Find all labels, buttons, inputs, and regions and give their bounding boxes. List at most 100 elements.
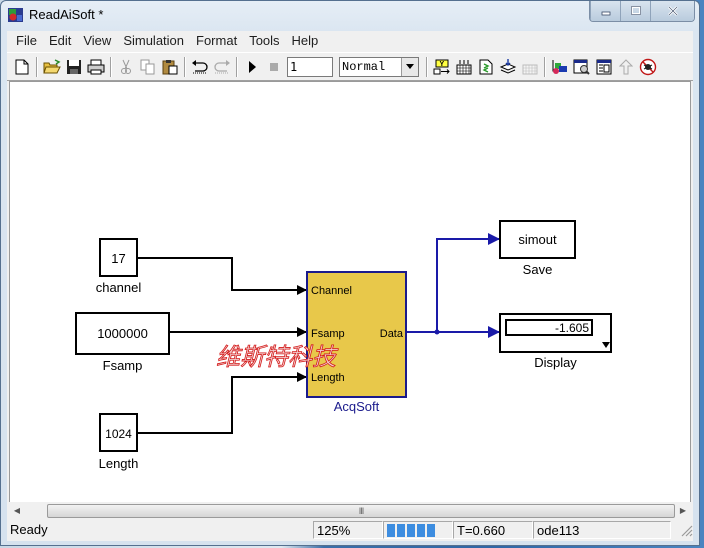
redo-button[interactable] [211, 56, 233, 78]
undo-icon [192, 59, 208, 73]
port-data-label: Data [380, 328, 404, 340]
build-model-button[interactable]: Y [431, 56, 453, 78]
start-simulation-button[interactable] [241, 56, 263, 78]
undo-button[interactable] [189, 56, 211, 78]
menu-format[interactable]: Format [190, 31, 243, 51]
redo-icon [214, 59, 230, 73]
channel-constant-block[interactable]: 17 channel [96, 238, 142, 295]
fsamp-label: Fsamp [103, 358, 143, 373]
scroll-thumb[interactable]: III [47, 504, 675, 518]
channel-label: channel [96, 280, 142, 295]
status-bar: Ready 125% T=0.660 ode113 [7, 519, 693, 541]
channel-value: 17 [111, 251, 125, 266]
debugger-icon [596, 59, 612, 74]
menu-view[interactable]: View [77, 31, 117, 51]
library-browser-icon [552, 59, 567, 74]
signal-length-line[interactable] [138, 372, 307, 434]
close-icon [667, 6, 678, 16]
model-window: ReadAiSoft * File Edit View Simulation F… [0, 0, 700, 546]
model-explorer-button[interactable] [571, 56, 593, 78]
refresh-doc-icon [479, 59, 493, 74]
build-subsystem-button[interactable] [453, 56, 475, 78]
acqsoft-subsystem-block[interactable]: Channel Fsamp Length Data AcqSoft [306, 271, 407, 414]
display-block[interactable]: -1.605 Display [499, 313, 612, 370]
new-file-icon [15, 59, 29, 74]
open-button[interactable] [41, 56, 63, 78]
incremental-build-button[interactable] [519, 56, 541, 78]
library-browser-button[interactable] [549, 56, 571, 78]
debugger-button[interactable] [593, 56, 615, 78]
save-variable-name: simout [518, 232, 557, 247]
progress-cell [427, 523, 435, 537]
layers-download-icon [499, 58, 517, 74]
scissors-icon [121, 59, 131, 74]
stop-simulation-button[interactable] [263, 56, 285, 78]
length-constant-block[interactable]: 1024 Length [99, 413, 139, 471]
fsamp-constant-block[interactable]: 1000000 Fsamp [75, 312, 170, 373]
printer-icon [87, 59, 105, 74]
port-fsamp-label: Fsamp [311, 328, 345, 340]
toolbar-separator [184, 56, 186, 77]
toolbar-separator [36, 56, 38, 77]
save-label: Save [523, 262, 553, 277]
menu-file[interactable]: File [10, 31, 43, 51]
arrow-left-icon: ◀ [13, 505, 21, 515]
status-progress-bar [383, 521, 453, 539]
window-client: File Edit View Simulation Format Tools H… [7, 31, 693, 541]
floppy-disk-icon [67, 59, 81, 74]
stop-time-input[interactable]: 1 [287, 56, 333, 77]
watermark-text: 维斯特科技 [216, 344, 339, 371]
print-button[interactable] [85, 56, 107, 78]
library-load-button[interactable] [497, 56, 519, 78]
close-button[interactable] [650, 1, 694, 21]
copy-icon [140, 59, 155, 74]
save-button[interactable] [63, 56, 85, 78]
folder-open-icon [43, 58, 61, 73]
display-label: Display [534, 355, 577, 370]
dropdown-button[interactable] [401, 57, 418, 76]
progress-cell [387, 523, 395, 537]
menu-simulation[interactable]: Simulation [117, 31, 190, 51]
scroll-right-button[interactable]: ▶ [675, 502, 691, 518]
build-icon: Y [433, 59, 450, 74]
go-to-parent-button[interactable] [615, 56, 637, 78]
signal-channel-line[interactable] [138, 257, 307, 295]
minimize-button[interactable] [590, 1, 620, 21]
up-arrow-icon [619, 58, 633, 74]
grid-disabled-icon [522, 64, 538, 74]
copy-button[interactable] [137, 56, 159, 78]
diagram-canvas[interactable]: 17 channel 1000000 Fsamp 1024 Length Cha… [9, 81, 691, 503]
bug-icon [639, 58, 657, 75]
menu-tools[interactable]: Tools [243, 31, 285, 51]
toggle-breakpoint-button[interactable] [637, 56, 659, 78]
status-zoom: 125% [313, 521, 383, 539]
toolbar: 1 Normal Y [7, 52, 693, 81]
scroll-left-button[interactable]: ◀ [9, 502, 25, 518]
stop-icon [270, 62, 278, 71]
menu-help[interactable]: Help [286, 31, 325, 51]
model-explorer-icon [573, 59, 590, 75]
port-length-label: Length [311, 372, 345, 384]
title-bar[interactable]: ReadAiSoft * [1, 1, 699, 29]
maximize-button[interactable] [620, 1, 650, 21]
save-to-workspace-block[interactable]: simout Save [499, 220, 576, 277]
status-sim-time: T=0.660 [453, 521, 533, 539]
minimize-icon [601, 11, 610, 16]
signal-data-line[interactable] [406, 233, 500, 338]
progress-cell [407, 523, 415, 537]
simulation-mode-select[interactable]: Normal [339, 56, 419, 77]
status-state: Ready [10, 522, 48, 537]
window-title: ReadAiSoft * [29, 7, 104, 22]
cut-button[interactable] [115, 56, 137, 78]
new-model-button[interactable] [11, 56, 33, 78]
menu-edit[interactable]: Edit [43, 31, 77, 51]
clipboard-icon [162, 59, 178, 74]
scroll-track[interactable]: III [25, 503, 675, 518]
resize-grip-icon[interactable] [679, 523, 693, 537]
display-value: -1.605 [555, 321, 589, 335]
toolbar-separator [544, 56, 546, 77]
grid-build-icon [456, 59, 472, 74]
update-diagram-button[interactable] [475, 56, 497, 78]
horizontal-scrollbar[interactable]: ◀ III ▶ [9, 502, 691, 518]
paste-button[interactable] [159, 56, 181, 78]
